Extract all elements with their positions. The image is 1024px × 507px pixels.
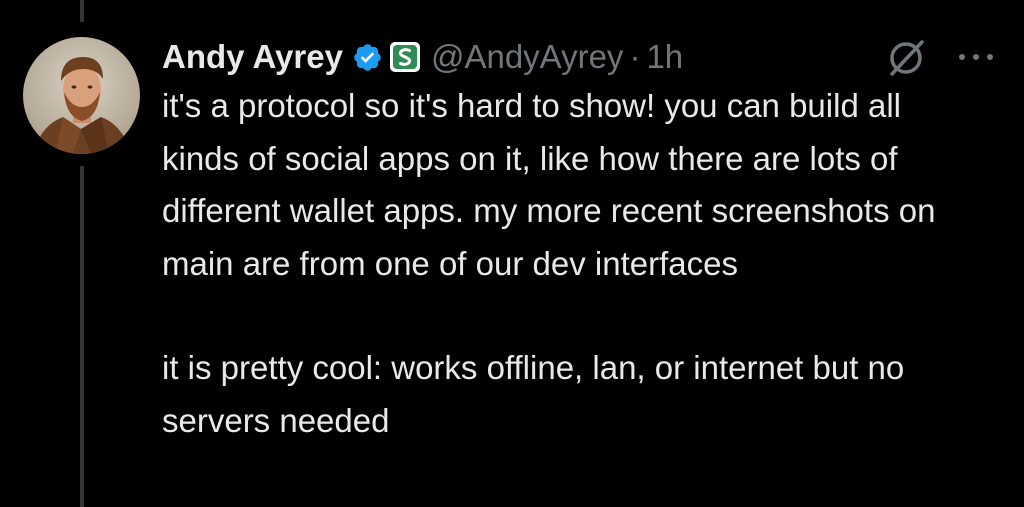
tweet-timestamp[interactable]: 1h — [646, 38, 683, 76]
tweet-text: it's a protocol so it's hard to show! yo… — [162, 80, 962, 447]
thread-line-bottom — [80, 166, 84, 507]
tweet-paragraph: it's a protocol so it's hard to show! yo… — [162, 87, 936, 282]
avatar[interactable] — [23, 37, 140, 154]
affiliate-s-badge-icon[interactable] — [389, 41, 421, 73]
more-options-icon[interactable] — [956, 46, 996, 68]
verified-badge-icon[interactable] — [352, 42, 383, 73]
tweet-paragraph: it is pretty cool: works offline, lan, o… — [162, 349, 905, 439]
author-name[interactable]: Andy Ayrey — [162, 38, 343, 76]
author-handle[interactable]: @AndyAyrey — [431, 38, 623, 76]
grok-icon[interactable] — [884, 36, 928, 80]
thread-line-top — [80, 0, 84, 22]
tweet-header: Andy Ayrey @AndyAyrey · 1h — [162, 34, 683, 80]
separator-dot: · — [629, 38, 641, 75]
